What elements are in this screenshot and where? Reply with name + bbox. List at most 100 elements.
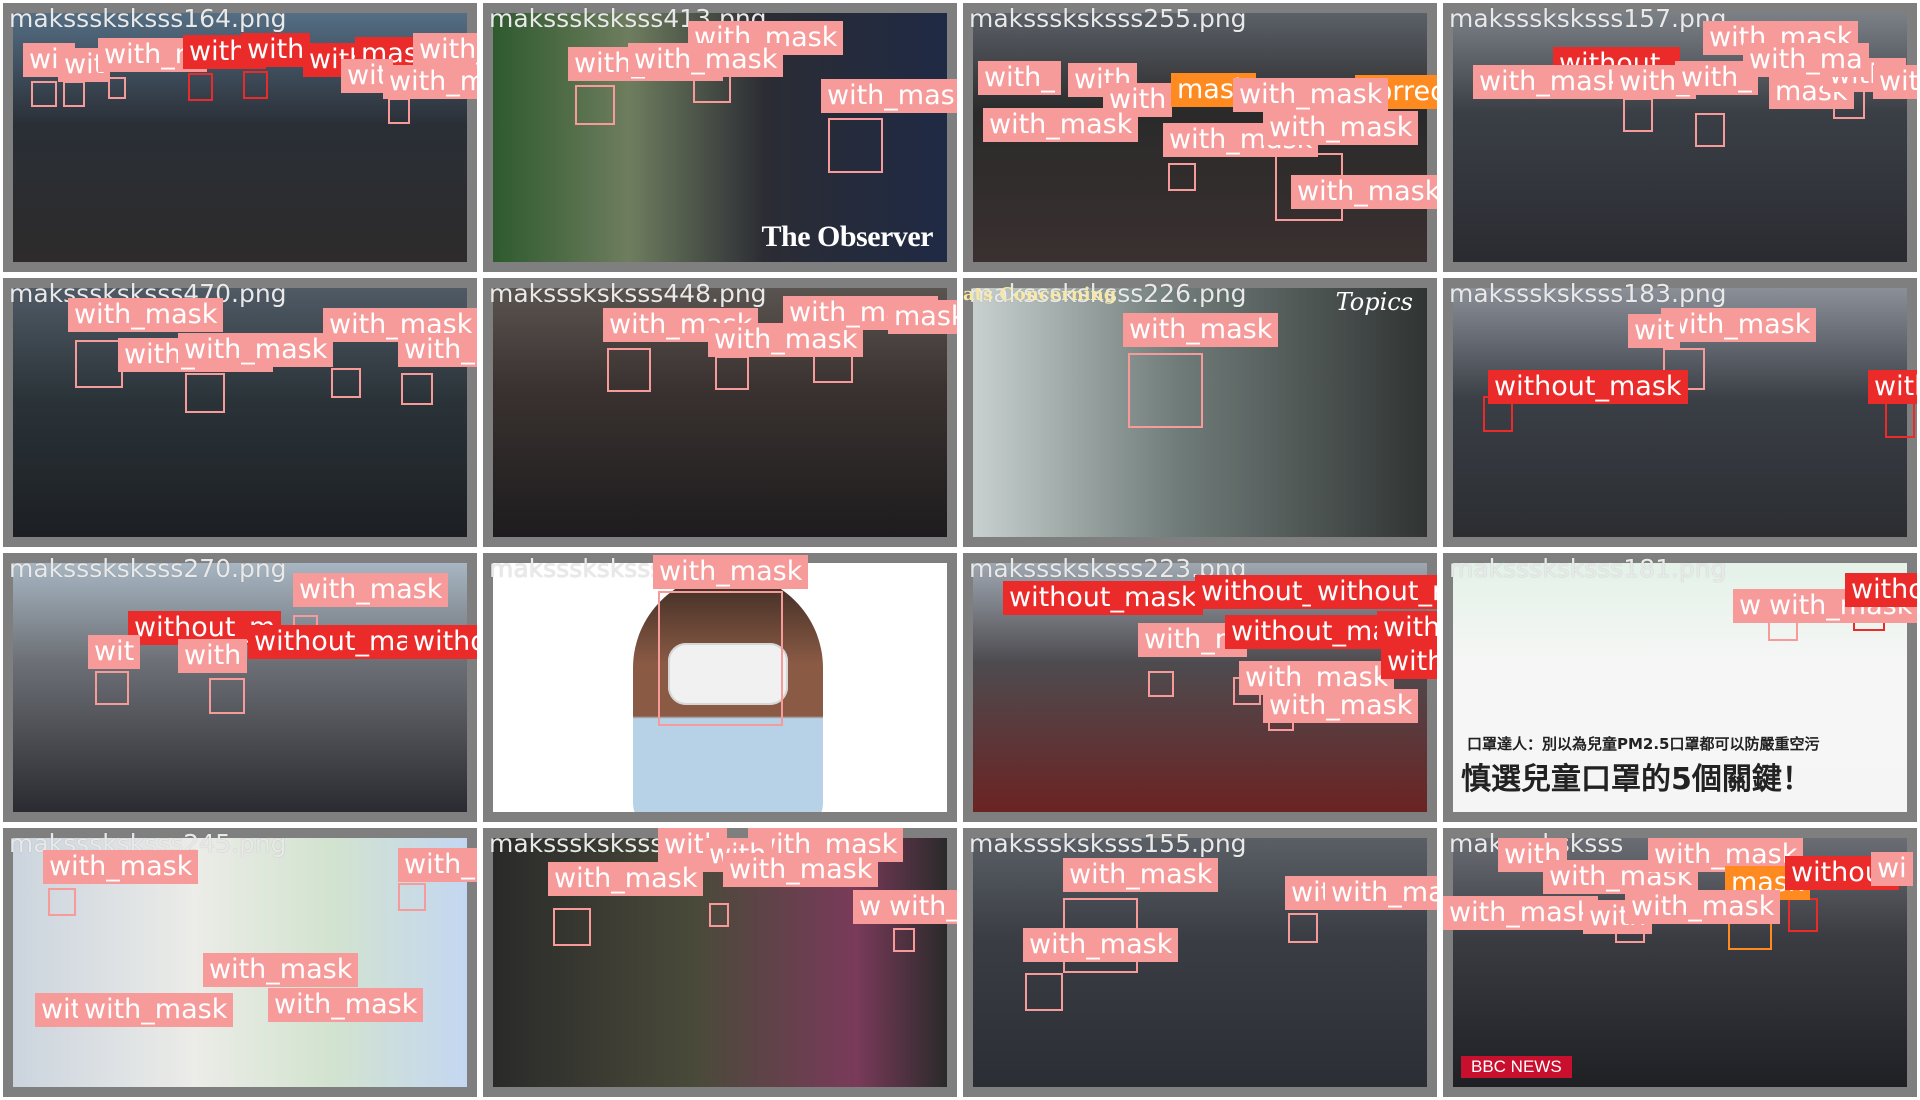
article-caption-top: 口罩達人：別以為兒童PM2.5口罩都可以防嚴重空污 [1467, 735, 1820, 753]
annotation-box [658, 591, 783, 726]
image-tile-13[interactable]: maksssksksss245.png with_mask with_mask … [0, 825, 480, 1100]
image-tile-4[interactable]: maksssksksss157.png with_mask without_ w… [1440, 0, 1920, 275]
annotation-label: with_mask [293, 573, 449, 607]
annotation-box [709, 903, 729, 927]
annotation-box [1168, 163, 1196, 191]
annotation-label: with_mask [983, 108, 1139, 142]
annotation-label: with_mask [1063, 858, 1219, 892]
annotation-label: without_ [1195, 575, 1323, 609]
annotation-box [75, 340, 123, 388]
annotation-box [398, 883, 426, 911]
annotation-label: with_mask [1123, 313, 1279, 347]
annotation-label: with_mask [398, 333, 477, 367]
annotation-box [188, 73, 213, 101]
observer-logo: The Observer [761, 220, 934, 253]
image-tile-14[interactable]: maksssksksss with with_mask with_mask wi… [480, 825, 960, 1100]
tile-filename: maksssksksss448.png [489, 279, 767, 308]
tile-filename: maksssksksss255.png [969, 4, 1247, 33]
annotation-box [1695, 113, 1725, 147]
image-tile-9[interactable]: maksssksksss270.png with_mask without_m … [0, 550, 480, 825]
annotation-label: with_mask [1233, 78, 1389, 112]
annotation-label: with_mask [203, 953, 359, 987]
annotation-label: without_mask [1377, 611, 1437, 645]
annotation-label: with [178, 639, 248, 673]
annotation-label: with_mask [68, 298, 224, 332]
image-tile-2[interactable]: maksssksksss413.png with_mask with_mask … [480, 0, 960, 275]
tile-filename: maksssksksss [489, 554, 664, 583]
annotation-label: with_mask [821, 79, 957, 113]
annotation-label: with_mask [883, 890, 957, 924]
annotation-box [48, 888, 76, 916]
annotation-label: with_ma [1743, 43, 1869, 77]
tile-filename: maksssksksss [489, 829, 664, 858]
annotation-label: with_mask [1263, 689, 1419, 723]
image-tile-15[interactable]: maksssksksss155.png with_mask with_mask … [960, 825, 1440, 1100]
annotation-label: wi [1871, 852, 1913, 886]
annotation-box [31, 81, 57, 107]
annotation-label: with_mask [1473, 65, 1629, 99]
annotation-box [95, 671, 129, 705]
annotation-label: without_mask [1488, 370, 1688, 404]
annotation-label: with_mask [1661, 308, 1817, 342]
annotation-box [243, 71, 268, 99]
annotation-box [185, 373, 225, 413]
annotation-box [1288, 913, 1318, 943]
annotation-box [1025, 973, 1063, 1011]
image-tile-1[interactable]: maksssksksss164.png wit wit with_m with_… [0, 0, 480, 275]
annotation-box [575, 85, 615, 125]
tile-filename: maksssksksss157.png [1449, 4, 1727, 33]
annotation-box [1885, 402, 1915, 438]
annotation-box [401, 373, 433, 405]
annotation-box [553, 908, 591, 946]
annotation-box [209, 678, 245, 714]
image-tile-7[interactable]: maksssksksss226.png with_mask ats Concer… [960, 275, 1440, 550]
annotation-label: without_ma [248, 625, 418, 659]
image-tile-12[interactable]: maksssksksss181.png wi with_mask without… [1440, 550, 1920, 825]
annotation-label: without_mask [1311, 575, 1437, 609]
annotation-label: with_mask [1263, 111, 1419, 145]
annotation-label: with_mask [548, 862, 704, 896]
annotation-label: without_mask [1003, 581, 1203, 615]
annotation-label: without_ma [1845, 573, 1917, 607]
annotation-label: with_mask [178, 333, 334, 367]
annotation-box [1148, 671, 1174, 697]
annotation-label: with_mask [268, 988, 424, 1022]
annotation-box [828, 118, 883, 173]
annotation-box [331, 368, 361, 398]
image-tile-8[interactable]: maksssksksss183.png with_mask wit withou… [1440, 275, 1920, 550]
image-tile-6[interactable]: maksssksksss448.png with_mask with_mask … [480, 275, 960, 550]
annotation-label: with_ [978, 61, 1061, 95]
article-caption-main: 慎選兒童口罩的5個關鍵！ [1461, 762, 1812, 797]
annotation-box [893, 928, 915, 952]
annotation-label: with_mask [653, 555, 809, 589]
tile-filename: maksssksksss183.png [1449, 279, 1727, 308]
image-tile-11[interactable]: maksssksksss223.png without_mask without… [960, 550, 1440, 825]
tile-filename: maksssksksss164.png [9, 4, 287, 33]
tile-filename: maksssksksss181.png [1449, 554, 1727, 583]
image-tile-5[interactable]: maksssksksss470.png with_mask with_mask … [0, 275, 480, 550]
annotation-label: without_ma [1225, 615, 1395, 649]
annotation-box [1128, 353, 1203, 428]
annotation-label: without_mask [1381, 645, 1437, 679]
image-tile-3[interactable]: maksssksksss255.png with_ with with mask… [960, 0, 1440, 275]
annotation-box [108, 77, 126, 99]
annotation-label: with_mask [1325, 876, 1437, 910]
annotation-label: without_mask [407, 625, 477, 659]
annotation-label: with_mask [413, 33, 477, 67]
annotation-label: with [241, 33, 311, 67]
annotation-box [1623, 98, 1653, 132]
annotation-box [715, 356, 749, 390]
annotation-box [1788, 898, 1818, 932]
tile-filename: maksssksksss155.png [969, 829, 1247, 858]
image-tile-10[interactable]: maksssksksss with_mask [480, 550, 960, 825]
image-tile-16[interactable]: maksssksksss with with_mask with_mask wi… [1440, 825, 1920, 1100]
annotation-box [607, 348, 651, 392]
annotation-label: with [1868, 370, 1917, 404]
annotation-label: with_mask [398, 848, 477, 882]
annotation-box [63, 81, 85, 107]
annotation-label: with_mask [383, 65, 477, 99]
annotation-label: with_mask [628, 43, 784, 77]
bbc-news-badge: BBC NEWS [1461, 1056, 1572, 1078]
annotation-label: with_mask [78, 993, 234, 1027]
annotation-label: w [853, 890, 888, 924]
